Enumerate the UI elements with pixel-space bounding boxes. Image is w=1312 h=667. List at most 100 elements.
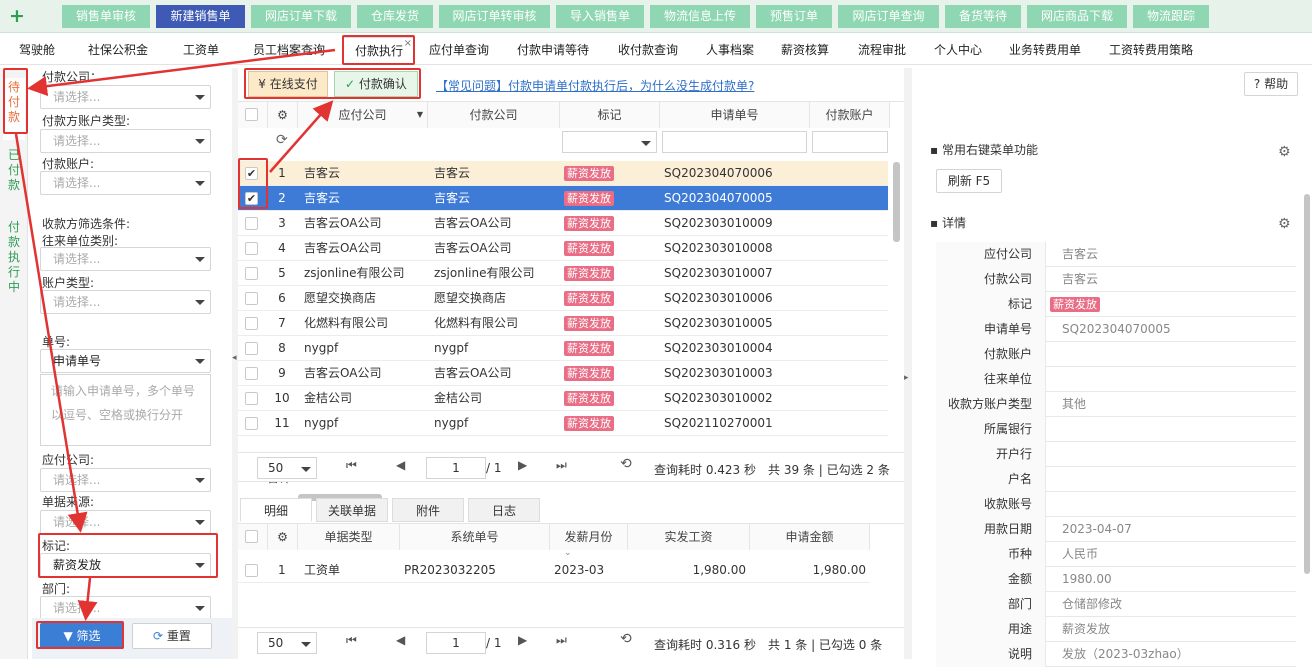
detail-select-all-checkbox[interactable]: [245, 530, 258, 543]
gear-icon[interactable]: ⚙: [268, 524, 298, 550]
col-payer-company[interactable]: 付款公司: [428, 102, 560, 128]
row-checkbox[interactable]: [245, 367, 258, 380]
tab-log[interactable]: 日志: [468, 498, 540, 522]
col-payment-account[interactable]: 付款账户: [810, 102, 890, 128]
quick-logistics-upload-button[interactable]: 物流信息上传: [650, 5, 750, 28]
collapse-right-icon[interactable]: ▸: [904, 373, 909, 383]
col-request-amount[interactable]: 申请金额: [750, 524, 870, 550]
first-page-icon[interactable]: ⏮: [346, 458, 357, 473]
tab-employee-archive[interactable]: 员工档案查询: [242, 37, 336, 64]
detail-row[interactable]: 1 工资单 PR2023032205 2023-03 1,980.00 1,98…: [238, 558, 870, 583]
tab-attachments[interactable]: 附件: [392, 498, 464, 522]
next-page-icon[interactable]: ▶: [518, 458, 527, 472]
quick-sales-review-button[interactable]: 销售单审核: [62, 5, 150, 28]
tab-related-docs[interactable]: 关联单据: [316, 498, 388, 522]
quick-import-sales-button[interactable]: 导入销售单: [556, 5, 644, 28]
account-filter-input[interactable]: [812, 131, 888, 153]
request-no-filter-input[interactable]: [662, 131, 807, 153]
table-row[interactable]: 3 吉客云OA公司 吉客云OA公司 薪资发放 SQ202303010009: [238, 211, 888, 236]
table-row[interactable]: 11 nygpf nygpf 薪资发放 SQ202110270001: [238, 411, 888, 436]
payer-company-select[interactable]: 请选择...: [40, 85, 211, 109]
col-net-pay[interactable]: 实发工资: [628, 524, 750, 550]
reload-icon[interactable]: ⟲: [620, 631, 632, 647]
quick-stock-wait-button[interactable]: 备货等待: [945, 5, 1021, 28]
mark-filter-select[interactable]: [562, 131, 657, 153]
table-row[interactable]: 4 吉客云OA公司 吉客云OA公司 薪资发放 SQ202303010008: [238, 236, 888, 261]
page-size-select[interactable]: 50: [257, 457, 317, 479]
right-scrollbar[interactable]: [1304, 194, 1310, 574]
col-doc-type[interactable]: 单据类型: [298, 524, 400, 550]
tab-cockpit[interactable]: 驾驶舱: [6, 37, 68, 64]
reload-icon[interactable]: ⟲: [620, 456, 632, 472]
table-row[interactable]: 7 化燃料有限公司 化燃料有限公司 薪资发放 SQ202303010005: [238, 311, 888, 336]
table-row[interactable]: 8 nygpf nygpf 薪资发放 SQ202303010004: [238, 336, 888, 361]
table-row[interactable]: ✔ 1 吉客云 吉客云 薪资发放 SQ202304070006: [238, 161, 888, 186]
page-size-select[interactable]: 50: [257, 632, 317, 654]
department-select[interactable]: 请选择...: [40, 596, 211, 620]
table-row[interactable]: ✔ 2 吉客云 吉客云 薪资发放 SQ202304070005: [238, 186, 888, 211]
tab-social-insurance[interactable]: 社保公积金: [76, 37, 160, 64]
grid-vertical-scrollbar[interactable]: [893, 162, 900, 242]
tab-payable-query[interactable]: 应付单查询: [420, 37, 498, 64]
refresh-filter-icon[interactable]: ⟳: [268, 129, 298, 155]
row-checkbox[interactable]: [245, 564, 258, 577]
tab-payslip[interactable]: 工资单: [168, 37, 234, 64]
account-type-select[interactable]: 请选择...: [40, 290, 211, 314]
row-checkbox[interactable]: [245, 392, 258, 405]
vtab-paid[interactable]: 已付款: [3, 148, 25, 193]
tab-business-to-expense[interactable]: 业务转费用单: [998, 37, 1092, 64]
row-checkbox[interactable]: [245, 317, 258, 330]
tab-hr-archive[interactable]: 人事档案: [694, 37, 766, 64]
tab-receipt-payment-query[interactable]: 收付款查询: [608, 37, 688, 64]
col-pay-month[interactable]: 发薪月份: [550, 524, 628, 550]
reset-button[interactable]: ⟳ 重置: [132, 623, 212, 649]
payer-account-select[interactable]: 请选择...: [40, 171, 211, 195]
page-number-input[interactable]: 1: [426, 632, 486, 654]
detail-select-all-cell[interactable]: [238, 524, 268, 550]
first-page-icon[interactable]: ⏮: [346, 633, 357, 648]
prev-page-icon[interactable]: ◀: [396, 633, 405, 647]
row-checkbox[interactable]: [245, 292, 258, 305]
doc-number-textarea[interactable]: 请输入申请单号，多个单号以逗号、空格或换行分开: [40, 374, 211, 446]
table-row[interactable]: 6 愿望交换商店 愿望交换商店 薪资发放 SQ202303010006: [238, 286, 888, 311]
gear-icon[interactable]: ⚙: [268, 102, 298, 128]
faq-link[interactable]: 【常见问题】付款申请单付款执行后，为什么没生成付款单?: [436, 77, 754, 94]
select-all-checkbox[interactable]: [245, 108, 258, 121]
col-mark[interactable]: 标记: [560, 102, 660, 128]
tab-salary-expense-strategy[interactable]: 工资转费用策略: [1098, 37, 1204, 64]
tab-payment-request-wait[interactable]: 付款申请等待: [506, 37, 600, 64]
payable-company-select[interactable]: 请选择...: [40, 468, 211, 492]
last-page-icon[interactable]: ⏭: [556, 458, 567, 473]
row-checkbox[interactable]: [245, 342, 258, 355]
tab-workflow[interactable]: 流程审批: [846, 37, 918, 64]
next-page-icon[interactable]: ▶: [518, 633, 527, 647]
partner-category-select[interactable]: 请选择...: [40, 247, 211, 271]
last-page-icon[interactable]: ⏭: [556, 633, 567, 648]
table-row[interactable]: 9 吉客云OA公司 吉客云OA公司 薪资发放 SQ202303010003: [238, 361, 888, 386]
chevron-down-icon[interactable]: ⌄: [564, 548, 572, 558]
tab-detail[interactable]: 明细: [240, 498, 312, 522]
row-checkbox[interactable]: [245, 242, 258, 255]
quick-presale-button[interactable]: 预售订单: [756, 5, 832, 28]
page-number-input[interactable]: 1: [426, 457, 486, 479]
tab-payroll[interactable]: 薪资核算: [772, 37, 838, 64]
table-row[interactable]: 5 zsjonline有限公司 zsjonline有限公司 薪资发放 SQ2023030…: [238, 261, 888, 286]
quick-online-order-download-button[interactable]: 网店订单下载: [251, 5, 351, 28]
row-checkbox[interactable]: [245, 267, 258, 280]
col-request-no[interactable]: 申请单号: [660, 102, 810, 128]
col-system-no[interactable]: 系统单号: [400, 524, 550, 550]
row-checkbox[interactable]: [245, 217, 258, 230]
add-icon[interactable]: +: [9, 5, 25, 27]
quick-new-sales-button[interactable]: 新建销售单: [156, 5, 245, 28]
doc-number-type-select[interactable]: 申请单号: [40, 349, 211, 373]
select-all-cell[interactable]: [238, 102, 268, 128]
table-row[interactable]: 10 金桔公司 金桔公司 薪资发放 SQ202303010002: [238, 386, 888, 411]
quick-online-order-query-button[interactable]: 网店订单查询: [838, 5, 939, 28]
collapse-left-icon[interactable]: ◂: [232, 353, 237, 363]
tab-personal-center[interactable]: 个人中心: [924, 37, 992, 64]
gear-icon[interactable]: ⚙: [1278, 144, 1291, 160]
doc-source-select[interactable]: 请选择...: [40, 510, 211, 534]
chevron-down-icon[interactable]: ▼: [417, 102, 423, 128]
quick-product-download-button[interactable]: 网店商品下载: [1027, 5, 1127, 28]
gear-icon[interactable]: ⚙: [1278, 216, 1291, 232]
